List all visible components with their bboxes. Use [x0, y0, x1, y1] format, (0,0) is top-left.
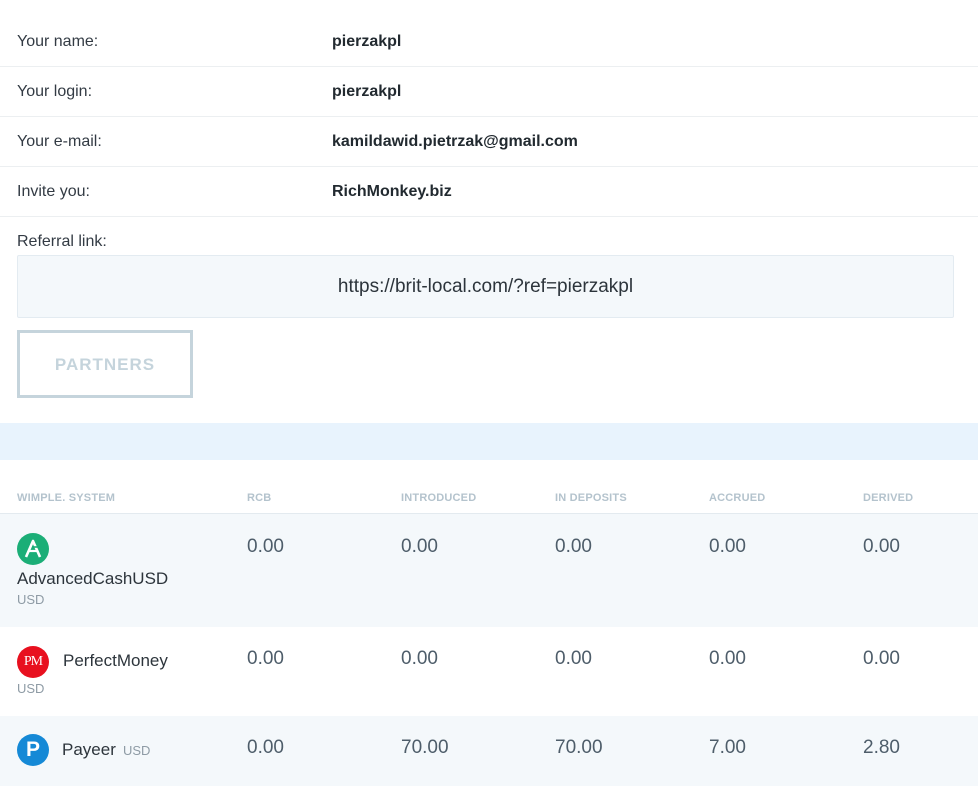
login-value: pierzakpl [332, 83, 402, 100]
accrued-value: 7.00 [709, 737, 746, 758]
name-value: pierzakpl [332, 33, 402, 50]
rcb-value: 0.00 [247, 536, 284, 557]
email-value: kamildawid.pietrzak@gmail.com [332, 133, 578, 150]
section-divider-band [0, 423, 978, 460]
advcash-icon [17, 533, 49, 565]
derived-value: 0.00 [863, 648, 900, 669]
derived-value: 0.00 [863, 536, 900, 557]
payment-system-name: Payeer [62, 740, 116, 759]
profile-row-inviter: Invite you: RichMonkey.biz [0, 167, 978, 217]
in-deposits-value: 70.00 [555, 737, 603, 758]
introduced-value: 70.00 [401, 737, 449, 758]
column-header-derived: DERIVED [863, 492, 914, 504]
column-header-accrued: ACCRUED [709, 492, 766, 504]
profile-row-login: Your login: pierzakpl [0, 67, 978, 117]
payeer-icon: P [17, 734, 49, 766]
payment-system-name: PerfectMoney [63, 651, 168, 670]
in-deposits-value: 0.00 [555, 648, 592, 669]
referral-link-box[interactable]: https://brit-local.com/?ref=pierzakpl [17, 255, 954, 318]
profile-row-email: Your e-mail: kamildawid.pietrzak@gmail.c… [0, 117, 978, 167]
table-row: AdvancedCashUSD USD 0.00 0.00 0.00 0.00 … [0, 514, 978, 627]
profile-row-name: Your name: pierzakpl [0, 17, 978, 67]
payment-system-name: AdvancedCashUSD [17, 569, 169, 588]
referral-label: Referral link: [17, 233, 107, 250]
column-header-rcb: RCB [247, 492, 272, 504]
perfectmoney-icon: PM [17, 646, 49, 678]
payment-system-currency: USD [123, 743, 151, 758]
rcb-value: 0.00 [247, 648, 284, 669]
rcb-value: 0.00 [247, 737, 284, 758]
accrued-value: 0.00 [709, 648, 746, 669]
email-label: Your e-mail: [17, 133, 102, 150]
referral-link-text[interactable]: https://brit-local.com/?ref=pierzakpl [18, 276, 953, 298]
partners-button[interactable]: PARTNERS [17, 330, 193, 398]
inviter-label: Invite you: [17, 183, 90, 200]
name-label: Your name: [17, 33, 99, 50]
introduced-value: 0.00 [401, 536, 438, 557]
login-label: Your login: [17, 83, 93, 100]
accrued-value: 0.00 [709, 536, 746, 557]
inviter-value: RichMonkey.biz [332, 183, 452, 200]
derived-value: 2.80 [863, 737, 900, 758]
payment-system-currency: USD [17, 681, 45, 696]
partners-button-label: PARTNERS [54, 355, 156, 374]
payment-system-currency: USD [17, 592, 45, 607]
table-row: P Payeer USD 0.00 70.00 70.00 7.00 2.80 [0, 716, 978, 786]
column-header-introduced: INTRODUCED [401, 492, 477, 504]
in-deposits-value: 0.00 [555, 536, 592, 557]
table-row: PM PerfectMoney USD 0.00 0.00 0.00 0.00 … [0, 627, 978, 716]
column-header-in-deposits: IN DEPOSITS [555, 492, 627, 504]
column-header-system: WIMPLE. SYSTEM [17, 492, 116, 504]
introduced-value: 0.00 [401, 648, 438, 669]
